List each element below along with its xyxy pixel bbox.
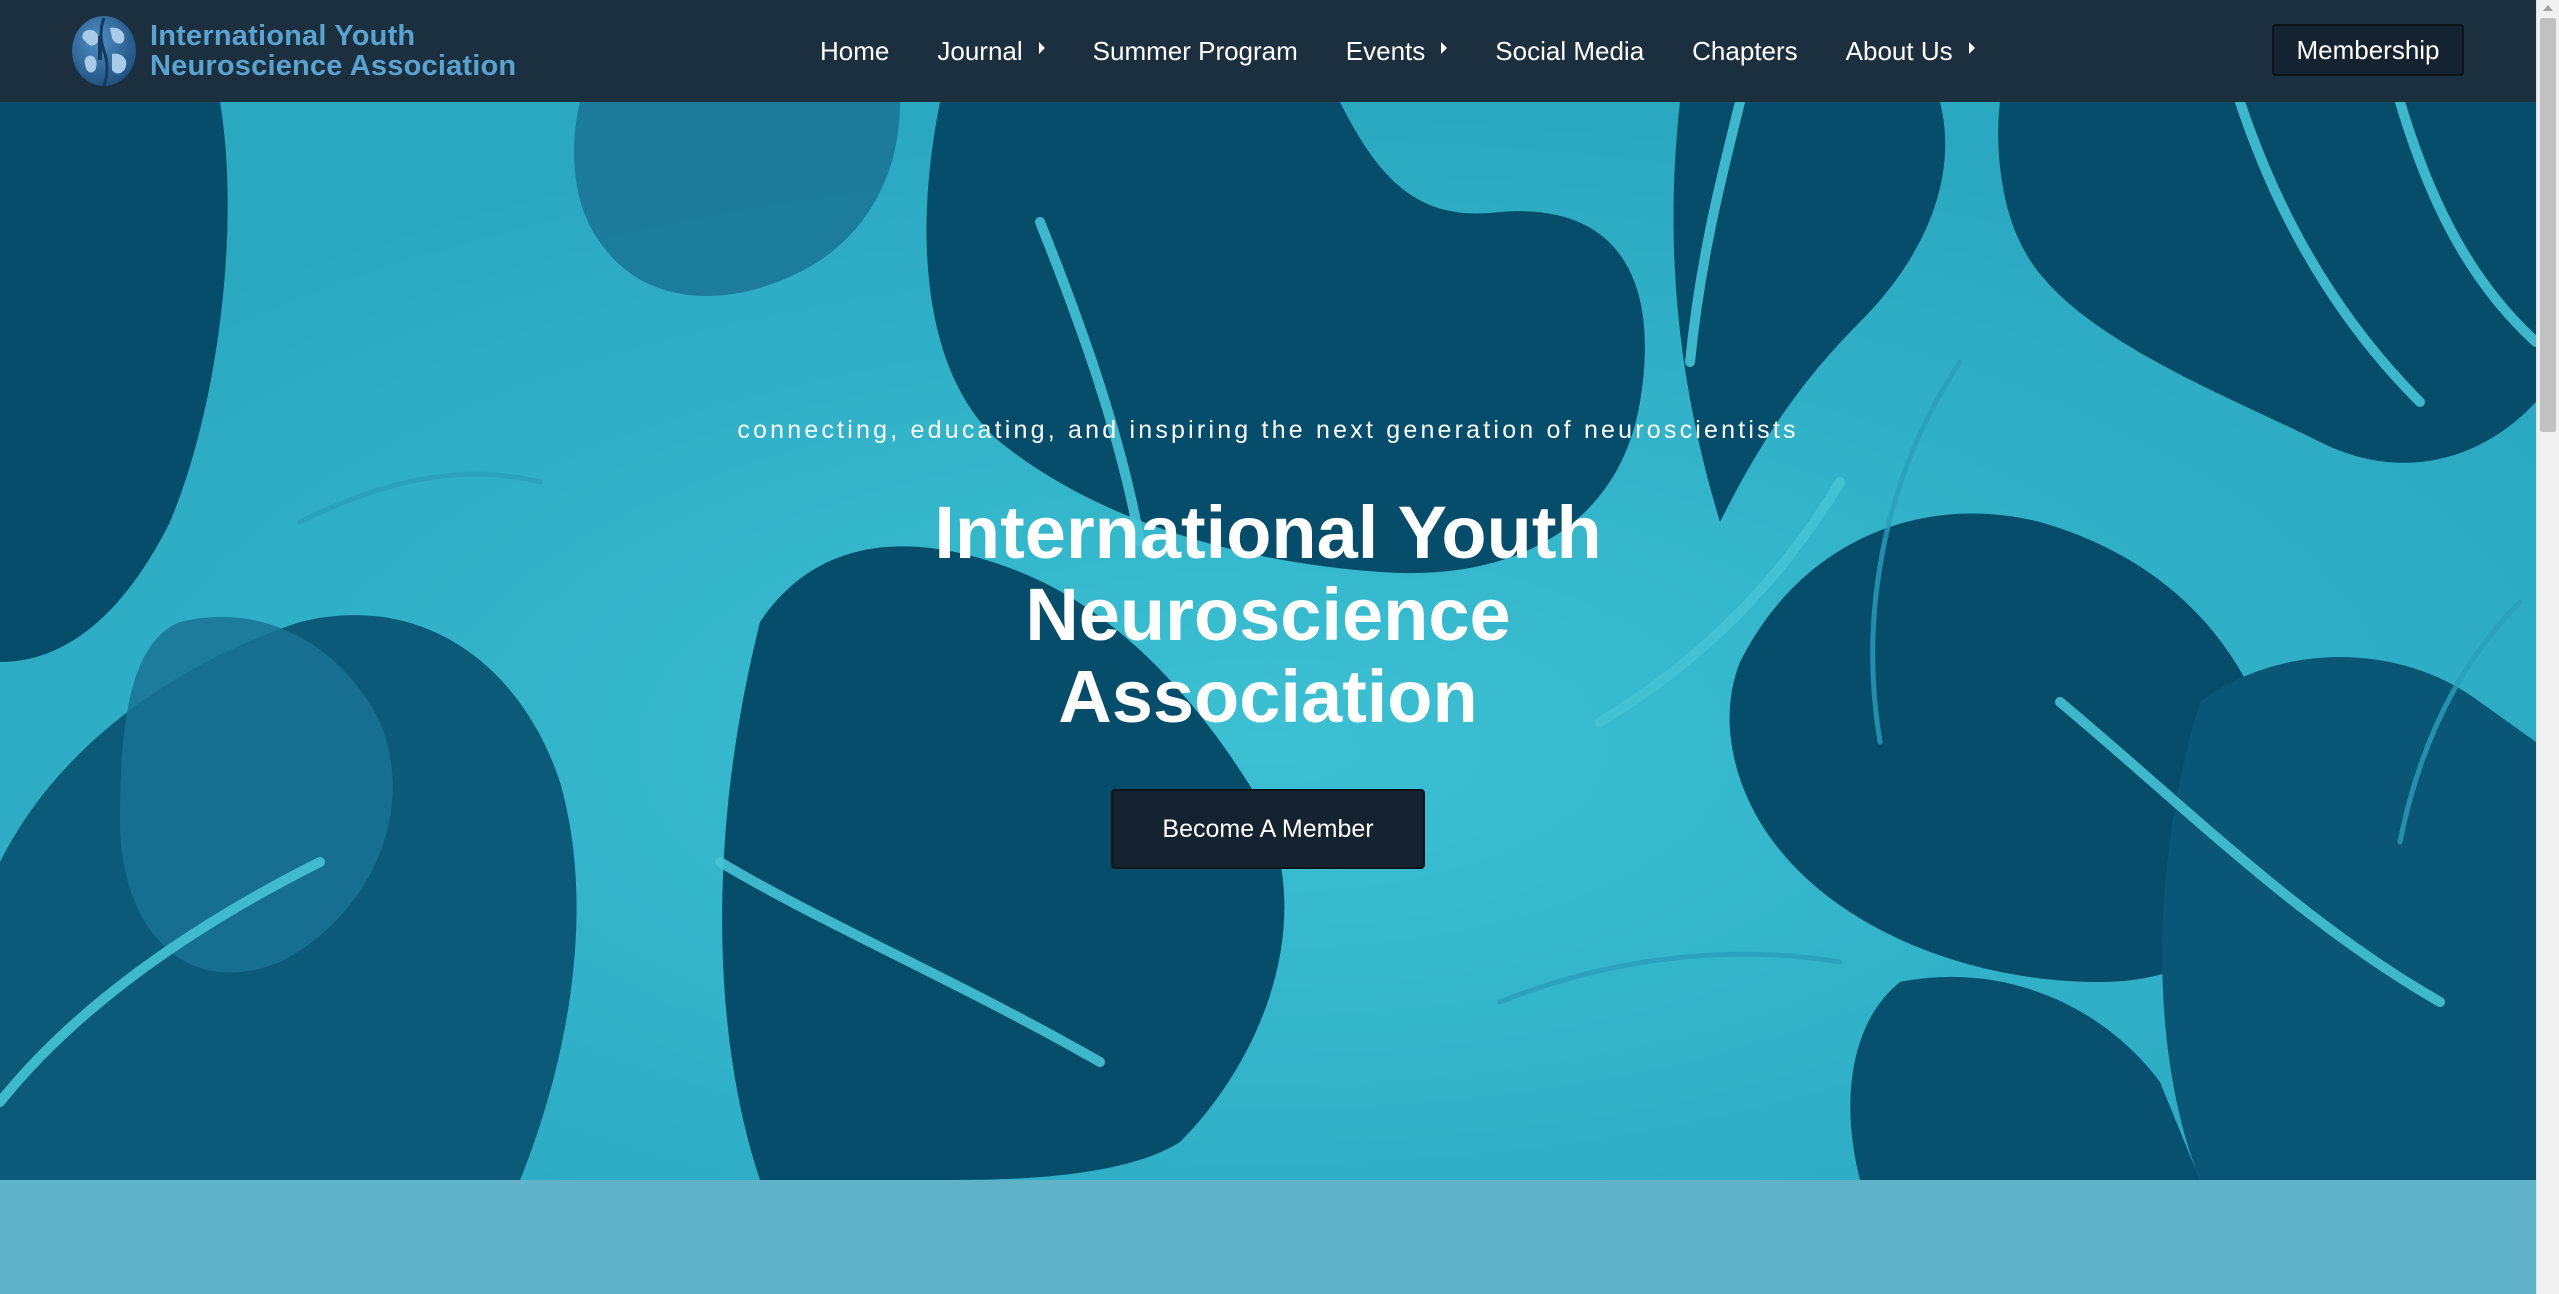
membership-button[interactable]: Membership [2272,24,2464,76]
hero-section: connecting, educating, and inspiring the… [0,102,2536,1180]
nav-item-label: About Us [1845,35,1953,66]
hero-title-line3: Association [1058,655,1478,738]
nav-item-label: Home [820,35,890,66]
main-nav-menu: Home Journal Summer Program Events Socia… [820,0,2023,102]
scroll-up-arrow-icon[interactable] [2543,5,2553,11]
brand-name: International Youth Neuroscience Associa… [150,21,516,81]
caret-right-icon [1038,42,1045,54]
globe-brain-icon [72,16,136,87]
nav-item-social-media[interactable]: Social Media [1495,36,1644,67]
caret-right-icon [1968,42,1975,54]
hero-title-line1: International Youth [934,491,1602,574]
brand-name-line1: International Youth [150,20,416,52]
caret-right-icon [1441,42,1448,54]
brand-home-link[interactable]: International Youth Neuroscience Associa… [70,14,516,88]
next-section [0,1180,2536,1294]
nav-item-label: Social Media [1495,35,1645,66]
nav-item-label: Events [1345,35,1426,66]
hero-title-line2: Neuroscience [1025,573,1511,656]
hero-tagline: connecting, educating, and inspiring the… [737,416,1799,444]
top-navbar: International Youth Neuroscience Associa… [0,0,2536,102]
nav-item-label: Summer Program [1092,35,1298,66]
nav-item-about-us[interactable]: About Us [1846,36,1975,67]
scrollbar-thumb[interactable] [2540,18,2556,432]
become-member-button[interactable]: Become A Member [1111,789,1425,869]
nav-item-home[interactable]: Home [820,36,889,67]
nav-item-chapters[interactable]: Chapters [1692,36,1798,67]
nav-item-label: Chapters [1692,35,1798,66]
hero-content: connecting, educating, and inspiring the… [0,102,2536,1180]
brand-name-line2: Neuroscience Association [150,50,517,82]
nav-item-summer-program[interactable]: Summer Program [1093,36,1298,67]
nav-item-events[interactable]: Events [1346,36,1448,67]
hero-title: International Youth Neuroscience Associa… [0,492,2536,738]
page-scrollbar[interactable] [2536,0,2559,1294]
nav-item-label: Journal [937,35,1023,66]
nav-item-journal[interactable]: Journal [937,35,1045,67]
